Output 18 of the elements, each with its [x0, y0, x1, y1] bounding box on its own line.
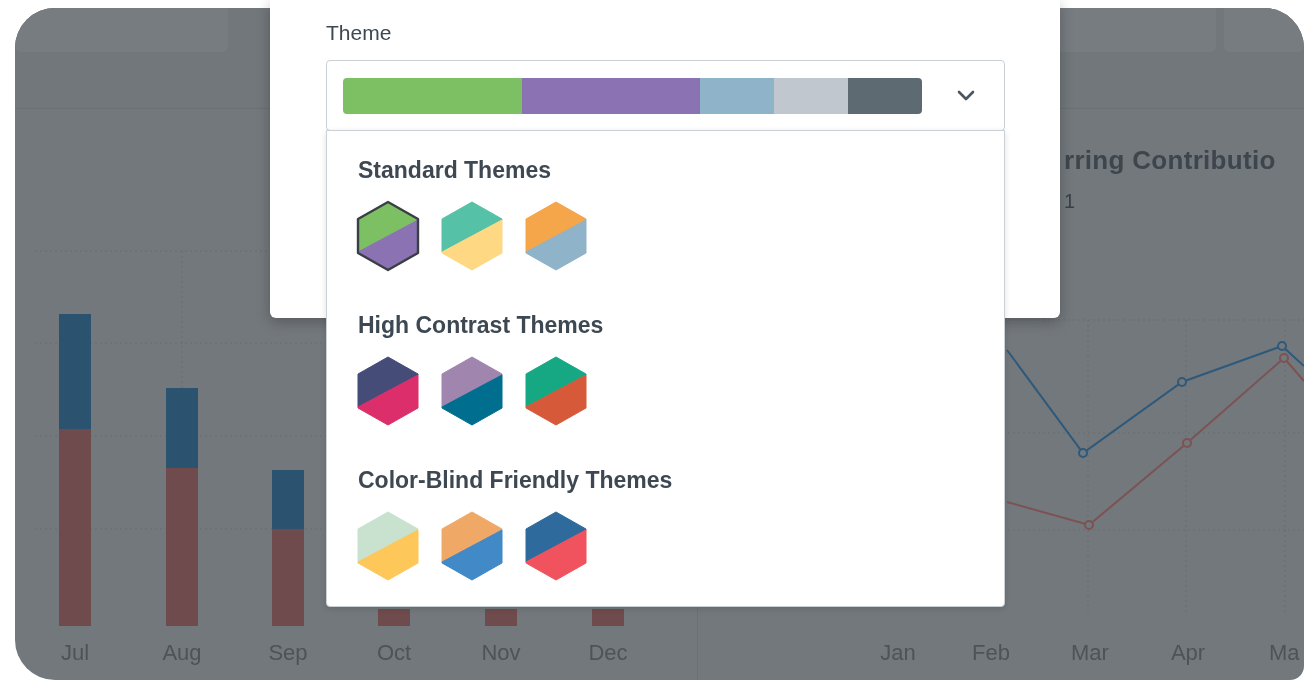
field-label: Theme: [326, 20, 393, 46]
group-heading: Color-Blind Friendly Themes: [357, 466, 674, 494]
theme-swatch[interactable]: [440, 200, 504, 272]
group-heading: High Contrast Themes: [357, 311, 605, 339]
chart-subtitle: 1: [1064, 190, 1077, 213]
theme-swatch[interactable]: [356, 200, 420, 272]
theme-swatch[interactable]: [356, 355, 420, 427]
bar: [592, 609, 624, 626]
theme-swatch[interactable]: [524, 200, 588, 272]
theme-swatch[interactable]: [440, 355, 504, 427]
chevron-down-icon: [956, 89, 976, 102]
theme-swatch[interactable]: [524, 355, 588, 427]
theme-swatch[interactable]: [440, 510, 504, 582]
theme-swatch[interactable]: [356, 510, 420, 582]
bar: [485, 609, 517, 626]
bar: [378, 609, 410, 626]
theme-swatch[interactable]: [524, 510, 588, 582]
group-heading: Standard Themes: [357, 156, 552, 184]
